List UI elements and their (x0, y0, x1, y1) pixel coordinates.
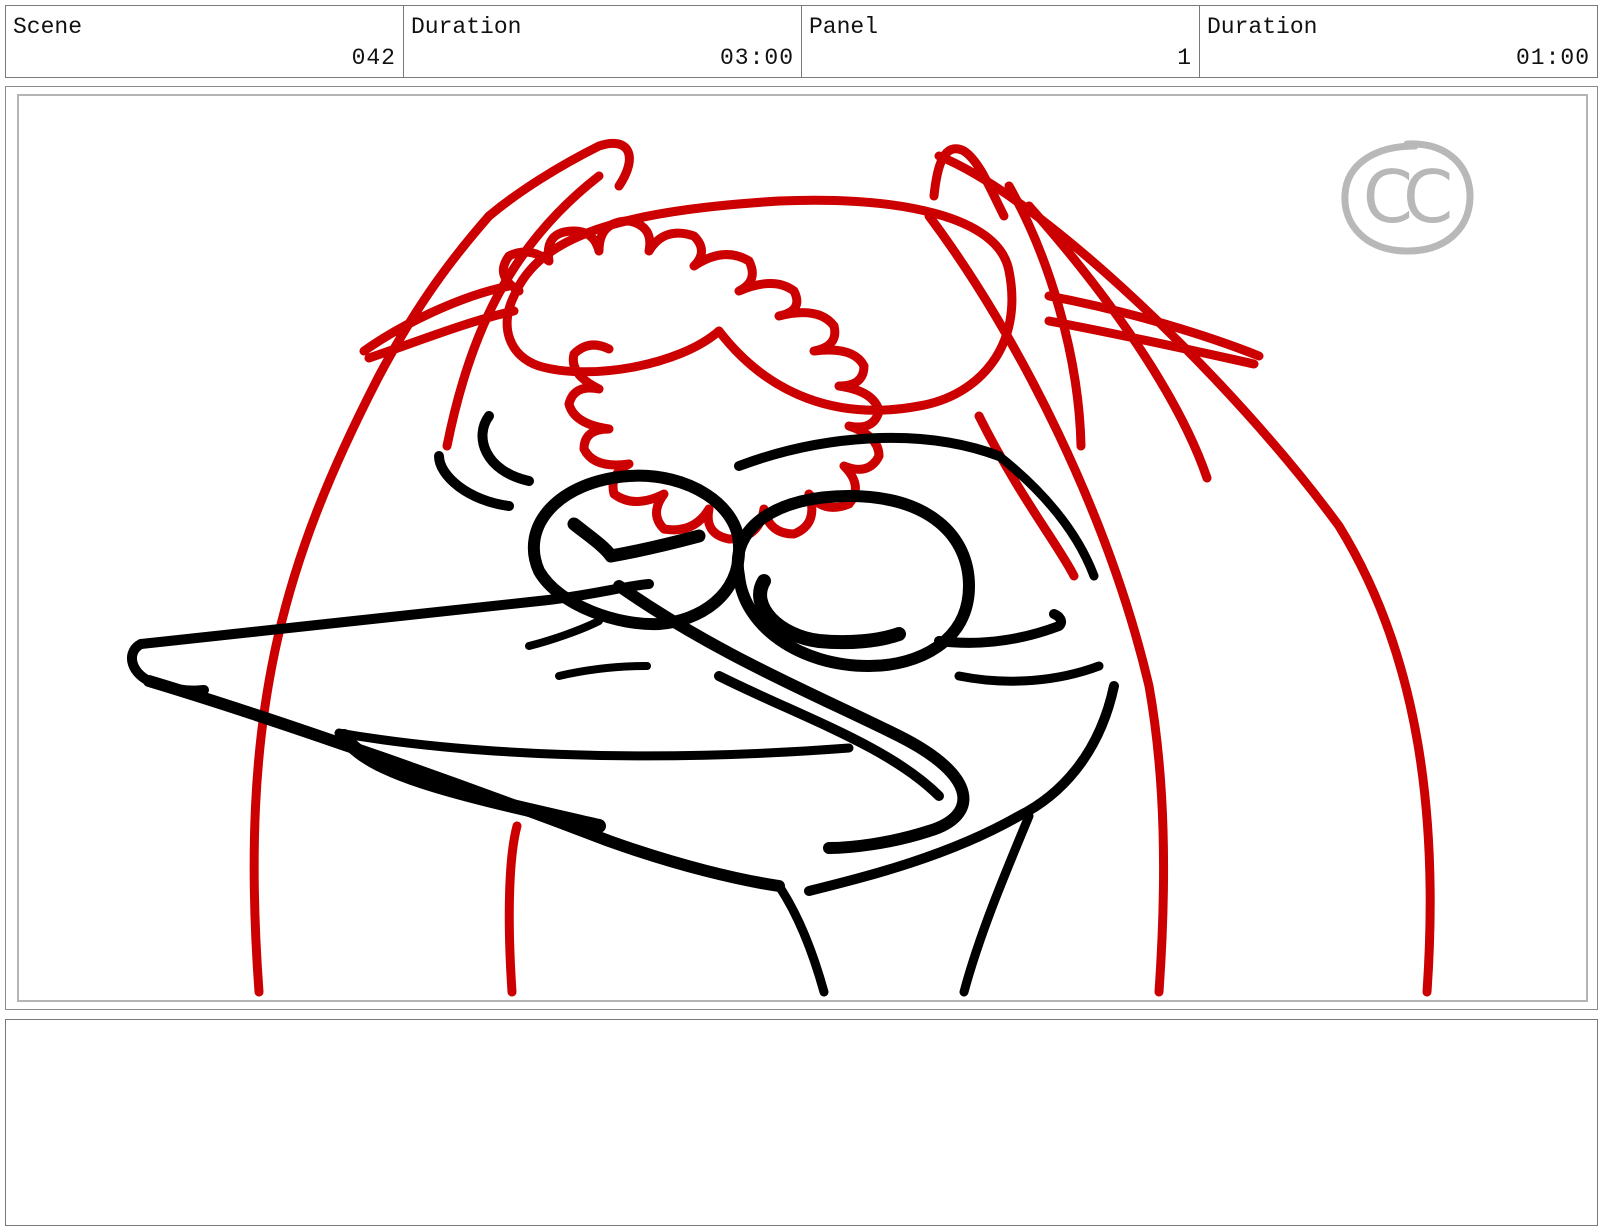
cc-watermark: CC (1337, 136, 1477, 258)
neck-left (774, 881, 829, 997)
scene-label: Scene (13, 14, 83, 40)
panel-number[interactable]: 1 (1177, 45, 1192, 71)
panel-duration-label: Duration (1207, 14, 1318, 40)
nostril-2 (555, 662, 651, 680)
panel-cell: Panel 1 (802, 6, 1200, 77)
headband-left (359, 281, 519, 363)
panel-duration-cell: Duration 01:00 (1200, 6, 1597, 77)
mouth-line (334, 728, 854, 761)
panel-label: Panel (809, 14, 879, 40)
scene-duration-label: Duration (411, 14, 522, 40)
scene-number[interactable]: 042 (352, 45, 396, 71)
right-eyelid (753, 574, 906, 650)
panel-duration-value[interactable]: 01:00 (1516, 45, 1590, 71)
cc-watermark-text: CC (1362, 155, 1454, 239)
beak-bottom (143, 675, 785, 892)
lash-4 (954, 661, 1104, 686)
hair-left-strand (504, 821, 522, 997)
lash-1 (477, 411, 534, 486)
camera-frame[interactable]: CC (17, 94, 1588, 1002)
hair-left-inner (442, 171, 604, 451)
scene-cell: Scene 042 (6, 6, 404, 77)
nostril-1 (525, 617, 603, 650)
scene-duration-cell: Duration 03:00 (404, 6, 802, 77)
bow-left (484, 138, 634, 221)
scene-duration-value[interactable]: 03:00 (720, 45, 794, 71)
panel-notes-area[interactable] (5, 1019, 1598, 1226)
headband-right (1044, 291, 1264, 369)
panel-info-header: Scene 042 Duration 03:00 Panel 1 Duratio… (5, 5, 1598, 78)
red-construction-lines (249, 138, 1435, 997)
drawing-panel[interactable]: CC (5, 86, 1598, 1010)
